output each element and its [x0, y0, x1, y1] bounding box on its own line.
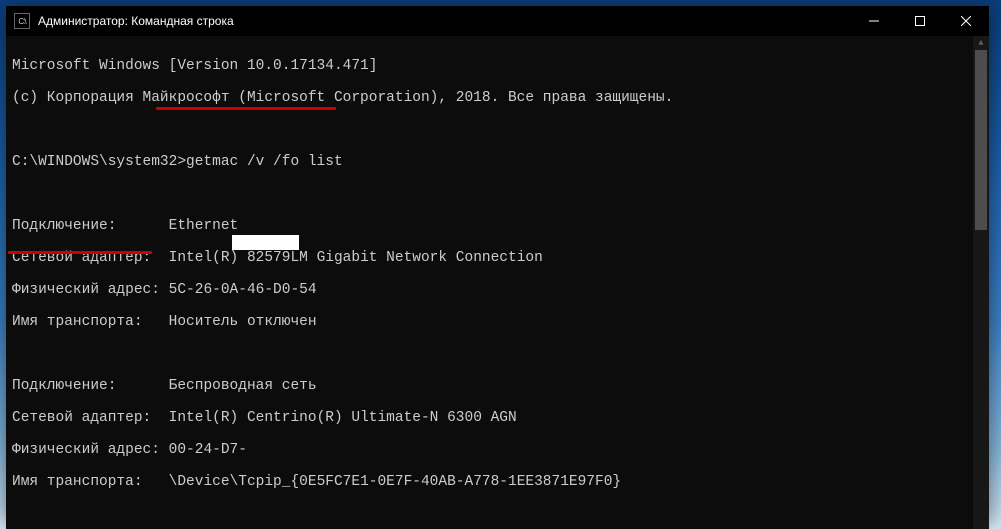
field-label: Имя транспорта: — [12, 314, 169, 330]
content-wrap: Microsoft Windows [Version 10.0.17134.47… — [6, 36, 989, 529]
field-label: Сетевой адаптер: — [12, 410, 169, 426]
window-title: Администратор: Командная строка — [36, 14, 851, 28]
close-button[interactable] — [943, 6, 989, 36]
vertical-scrollbar[interactable]: ▲ ▼ — [973, 36, 989, 529]
field-value: Носитель отключен — [169, 314, 317, 330]
blank-line — [12, 186, 973, 202]
maximize-icon — [915, 16, 925, 26]
blank-line — [12, 122, 973, 138]
copyright-line: (c) Корпорация Майкрософт (Microsoft Cor… — [12, 90, 973, 106]
adapter2-adapter: Сетевой адаптер: Intel(R) Centrino(R) Ul… — [12, 410, 973, 426]
adapter1-connection: Подключение: Ethernet — [12, 218, 973, 234]
adapter2-transport: Имя транспорта: \Device\Tcpip_{0E5FC7E1-… — [12, 474, 973, 490]
adapter1-adapter: Сетевой адаптер: Intel(R) 82579LM Gigabi… — [12, 250, 973, 266]
field-label: Физический адрес: — [12, 442, 169, 458]
scrollbar-thumb[interactable] — [975, 50, 987, 230]
adapter2-connection: Подключение: Беспроводная сеть — [12, 378, 973, 394]
field-label: Подключение: — [12, 218, 169, 234]
minimize-icon — [869, 16, 879, 26]
maximize-button[interactable] — [897, 6, 943, 36]
cmd-window: C:\ Администратор: Командная строка Micr… — [6, 6, 989, 521]
annotation-redaction — [232, 235, 299, 250]
prompt-line: C:\WINDOWS\system32>getmac /v /fo list — [12, 154, 973, 170]
version-line: Microsoft Windows [Version 10.0.17134.47… — [12, 58, 973, 74]
titlebar[interactable]: C:\ Администратор: Командная строка — [6, 6, 989, 36]
adapter2-mac: Физический адрес: 00-24-D7- — [12, 442, 973, 458]
field-value: 5C-26-0A-46-D0-54 — [169, 282, 317, 298]
field-value: \Device\Tcpip_{0E5FC7E1-0E7F-40AB-A778-1… — [169, 474, 621, 490]
field-value: Беспроводная сеть — [169, 378, 317, 394]
prompt-path: C:\WINDOWS\system32> — [12, 154, 186, 170]
command-text: getmac /v /fo list — [186, 154, 343, 170]
field-value: Intel(R) Centrino(R) Ultimate-N 6300 AGN — [169, 410, 517, 426]
field-label: Подключение: — [12, 378, 169, 394]
adapter1-mac: Физический адрес: 5C-26-0A-46-D0-54 — [12, 282, 973, 298]
annotation-underline-cmd — [156, 107, 336, 110]
adapter1-transport: Имя транспорта: Носитель отключен — [12, 314, 973, 330]
terminal-output[interactable]: Microsoft Windows [Version 10.0.17134.47… — [6, 36, 973, 529]
annotation-underline-mac — [8, 251, 152, 254]
field-value: Ethernet — [169, 218, 239, 234]
scrollbar-up-icon[interactable]: ▲ — [973, 36, 989, 50]
field-label: Имя транспорта: — [12, 474, 169, 490]
field-value: 00-24-D7- — [169, 442, 247, 458]
blank-line — [12, 346, 973, 362]
cmd-icon: C:\ — [14, 13, 30, 29]
minimize-button[interactable] — [851, 6, 897, 36]
field-label: Физический адрес: — [12, 282, 169, 298]
close-icon — [961, 16, 971, 26]
blank-line — [12, 506, 973, 522]
field-value: Intel(R) 82579LM Gigabit Network Connect… — [169, 250, 543, 266]
